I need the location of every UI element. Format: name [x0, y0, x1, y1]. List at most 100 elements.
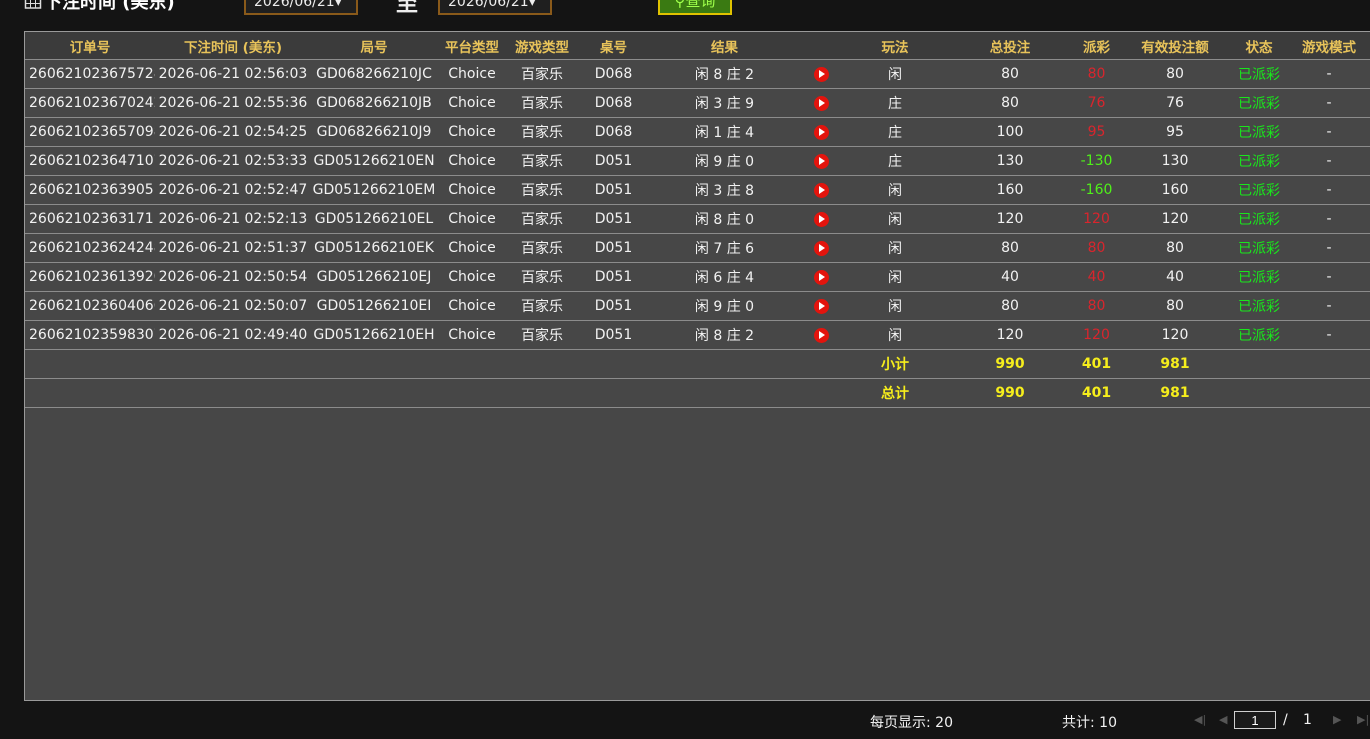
total-bet-cell: 80: [946, 233, 1074, 263]
play-icon[interactable]: [814, 327, 829, 343]
replay-cell: [799, 59, 844, 89]
col-bet-time-header: 下注时间 (美东): [155, 32, 311, 60]
table-row: 260621023647107 2026-06-21 02:53:33 GD0512…: [25, 146, 1370, 176]
payout-cell: 80: [1074, 59, 1119, 89]
play-icon[interactable]: [814, 153, 829, 169]
game-mode-cell: -: [1287, 291, 1370, 321]
play-type-cell: 闲: [844, 262, 946, 292]
replay-cell: [799, 146, 844, 176]
order-no-cell: 260621023657098: [25, 117, 155, 147]
table-no-cell: D051: [577, 204, 650, 234]
play-type-cell: 庄: [844, 146, 946, 176]
play-icon[interactable]: [814, 124, 829, 140]
play-icon[interactable]: [814, 66, 829, 82]
total-bet-cell: 40: [946, 262, 1074, 292]
game-mode-cell: -: [1287, 59, 1370, 89]
table-no-cell: D068: [577, 117, 650, 147]
next-page-icon[interactable]: ▶: [1333, 713, 1341, 726]
platform-cell: Choice: [437, 262, 507, 292]
payout-cell: -160: [1074, 175, 1119, 205]
table-row: 260621023639051 2026-06-21 02:52:47 GD0512…: [25, 175, 1370, 205]
result-cell: 闲 8 庄 2: [650, 320, 799, 350]
table-header-row: 订单号 下注时间 (美东) 局号 平台类型 游戏类型 桌号 结果 玩法 总投注 派彩 有效投注额 状态…: [25, 32, 1370, 60]
col-table-no-header: 桌号: [577, 32, 650, 60]
total-bet-cell: 120: [946, 204, 1074, 234]
prev-page-icon[interactable]: ◀: [1219, 713, 1227, 726]
total-bet-cell: 160: [946, 175, 1074, 205]
bet-time-cell: 2026-06-21 02:51:37: [155, 233, 311, 263]
col-total-bet-header: 总投注: [946, 32, 1074, 60]
replay-cell: [799, 175, 844, 205]
platform-cell: Choice: [437, 59, 507, 89]
subtotal-row-total-bet: 990: [946, 349, 1074, 379]
search-button[interactable]: ⚲查询: [658, 0, 732, 15]
round-no-cell: GD051266210EK: [311, 233, 437, 263]
total-row-valid-bet: 981: [1119, 378, 1231, 408]
page-number-input[interactable]: [1234, 711, 1276, 729]
bet-time-cell: 2026-06-21 02:50:07: [155, 291, 311, 321]
subtotal-row-spacer: [25, 349, 844, 379]
table-no-cell: D068: [577, 59, 650, 89]
platform-cell: Choice: [437, 88, 507, 118]
table-no-cell: D068: [577, 88, 650, 118]
platform-cell: Choice: [437, 117, 507, 147]
chevron-down-icon: ▾: [528, 0, 536, 10]
subtotal-row-payout: 401: [1074, 349, 1119, 379]
total-bet-cell: 130: [946, 146, 1074, 176]
date-from-value: 2026/06/21: [254, 0, 335, 10]
col-status-header: 状态: [1231, 32, 1287, 60]
result-cell: 闲 8 庄 0: [650, 204, 799, 234]
status-cell: 已派彩: [1231, 320, 1287, 350]
play-icon[interactable]: [814, 269, 829, 285]
play-icon[interactable]: [814, 298, 829, 314]
play-icon[interactable]: [814, 95, 829, 111]
first-page-icon[interactable]: ◀|: [1194, 713, 1206, 726]
page-count: 1: [1303, 712, 1312, 728]
total-row-label: 总计: [844, 378, 946, 408]
per-page-label: 每页显示: 20: [870, 715, 953, 731]
platform-cell: Choice: [437, 146, 507, 176]
bet-time-cell: 2026-06-21 02:53:33: [155, 146, 311, 176]
col-game-mode-header: 游戏模式: [1287, 32, 1370, 60]
col-payout-header: 派彩: [1074, 32, 1119, 60]
status-cell: 已派彩: [1231, 88, 1287, 118]
col-valid-bet-header: 有效投注额: [1119, 32, 1231, 60]
valid-bet-cell: 76: [1119, 88, 1231, 118]
table-no-cell: D051: [577, 320, 650, 350]
result-cell: 闲 9 庄 0: [650, 291, 799, 321]
col-game-type-header: 游戏类型: [507, 32, 577, 60]
last-page-icon[interactable]: ▶|: [1357, 713, 1369, 726]
replay-cell: [799, 233, 844, 263]
total-bet-cell: 80: [946, 88, 1074, 118]
table-row: 260621023670242 2026-06-21 02:55:36 GD0682…: [25, 88, 1370, 118]
table-no-cell: D051: [577, 146, 650, 176]
table-row: 260621023598307 2026-06-21 02:49:40 GD0512…: [25, 320, 1370, 350]
replay-cell: [799, 291, 844, 321]
status-cell: 已派彩: [1231, 117, 1287, 147]
game-type-cell: 百家乐: [507, 291, 577, 321]
valid-bet-cell: 80: [1119, 59, 1231, 89]
game-type-cell: 百家乐: [507, 88, 577, 118]
game-type-cell: 百家乐: [507, 204, 577, 234]
play-icon[interactable]: [814, 240, 829, 256]
play-icon[interactable]: [814, 211, 829, 227]
result-cell: 闲 8 庄 2: [650, 59, 799, 89]
col-order-no-header: 订单号: [25, 32, 155, 60]
valid-bet-cell: 120: [1119, 320, 1231, 350]
game-type-cell: 百家乐: [507, 233, 577, 263]
total-row: 总计 990 401 981: [25, 378, 1370, 408]
total-bet-cell: 100: [946, 117, 1074, 147]
date-from-picker[interactable]: 2026/06/21▾: [244, 0, 358, 15]
order-no-cell: 260621023631711: [25, 204, 155, 234]
replay-cell: [799, 262, 844, 292]
result-cell: 闲 1 庄 4: [650, 117, 799, 147]
status-cell: 已派彩: [1231, 59, 1287, 89]
game-mode-cell: -: [1287, 88, 1370, 118]
play-icon[interactable]: [814, 182, 829, 198]
round-no-cell: GD068266210JC: [311, 59, 437, 89]
date-to-picker[interactable]: 2026/06/21▾: [438, 0, 552, 15]
subtotal-row-valid-bet: 981: [1119, 349, 1231, 379]
replay-cell: [799, 320, 844, 350]
valid-bet-cell: 120: [1119, 204, 1231, 234]
order-no-cell: 260621023647107: [25, 146, 155, 176]
